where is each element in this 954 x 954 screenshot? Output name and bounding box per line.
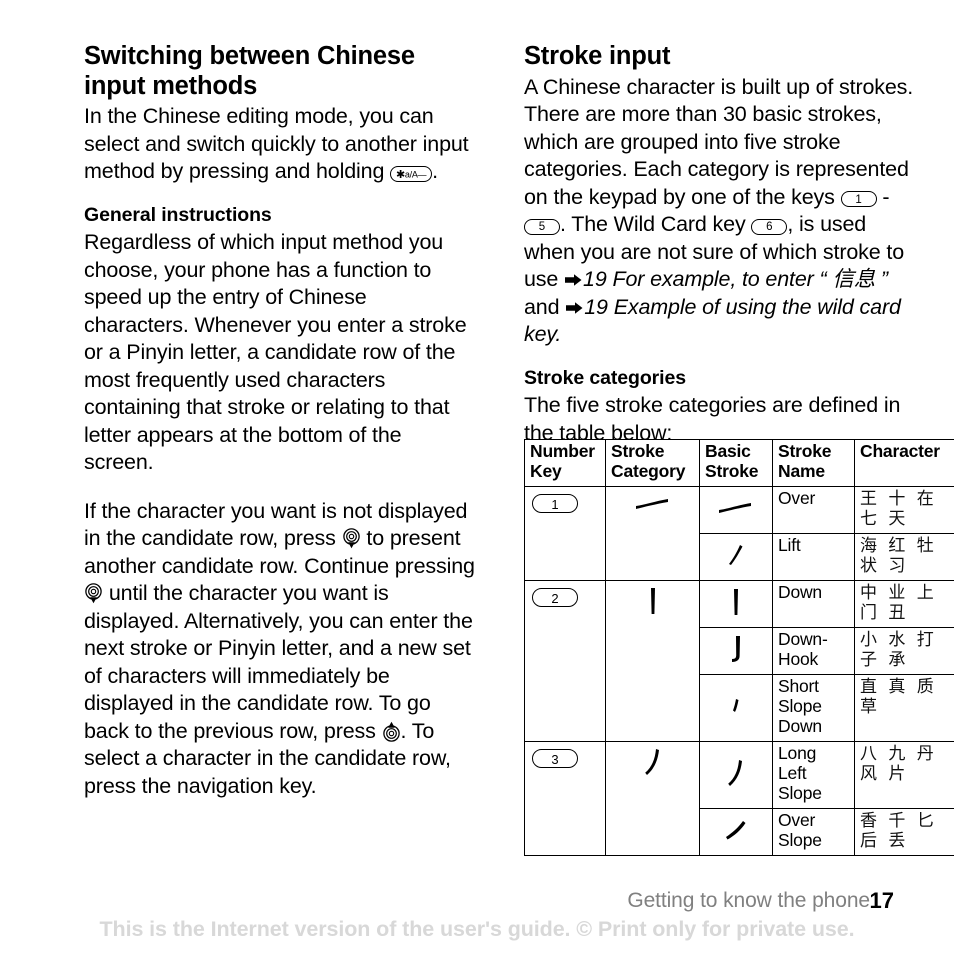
table-body: 1 Over 王 十 在 七 天 Lift 海 红 牡 状 习 2 Down 中 业 上 门 … [524, 485, 954, 856]
heading-switching-between-chinese-input-methods: Switching between Chinese input methods [84, 42, 415, 100]
cell-characters: 中 业 上 门 丑 [854, 580, 954, 629]
table-head: Number Key Stroke Category Basic Stroke … [524, 439, 954, 487]
star-key-label: a/A [404, 169, 418, 180]
key-3-icon: 3 [532, 749, 578, 769]
heading-stroke-input: Stroke input [524, 42, 671, 70]
cross-reference-cjk-sample: 信息 [832, 267, 876, 293]
cell-basic-stroke [699, 807, 773, 856]
paragraph-stroke-input-intro: A Chinese character is built up of strok… [524, 74, 914, 349]
cell-stroke-name: Down-Hook [772, 627, 855, 676]
key-2-icon: 2 [532, 588, 578, 608]
cross-reference-arrow-icon [565, 301, 584, 315]
cell-characters: 王 十 在 七 天 [854, 485, 954, 534]
footer-watermark: This is the Internet version of the user… [99, 917, 855, 941]
stroke-glyph-left-slope [726, 759, 746, 789]
paragraph-text-segment: - [876, 184, 890, 209]
cell-characters: 香 千 匕 后 丢 [854, 807, 954, 856]
cell-characters: 八 九 丹 风 片 [854, 741, 954, 809]
cell-basic-stroke [699, 532, 773, 582]
paragraph-text-segment: . [555, 322, 562, 347]
asterisk-glyph: ✱ [396, 168, 405, 181]
stroke-glyph-down-hook [728, 635, 744, 665]
cell-basic-stroke [699, 627, 773, 676]
table-row: 3 Long Left Slope 八 九 丹 风 片 [524, 741, 954, 856]
character-list: 八 九 丹 风 片 [860, 744, 937, 785]
column-header-stroke-name: Stroke Name [772, 439, 855, 487]
left-column: Switching between Chinese input methods … [84, 42, 476, 800]
cell-stroke-name: Down [772, 580, 855, 629]
cell-stroke-category [605, 741, 700, 856]
cell-number-key: 3 [524, 741, 606, 856]
cross-reference-text-1-tail: ” [875, 267, 888, 292]
column-header-number-key: Number Key [524, 439, 606, 487]
table-row: 2 Down 中 业 上 门 丑 [524, 580, 954, 743]
stroke-glyph-down [646, 587, 660, 617]
character-list: 香 千 匕 后 丢 [860, 810, 937, 851]
star-key-suffix-glyph: — [417, 169, 427, 180]
key-5-icon: 5 [524, 218, 560, 235]
stroke-glyph-left-slope [643, 748, 663, 778]
stroke-glyph-over [634, 493, 672, 515]
character-list: 小 水 打 子 承 [860, 630, 937, 671]
cell-stroke-category [605, 580, 700, 743]
cell-basic-stroke [699, 674, 773, 743]
stroke-glyph-down [729, 588, 743, 618]
character-list: 王 十 在 七 天 [860, 488, 937, 529]
paragraph-candidate-row: If the character you want is not display… [84, 498, 476, 801]
cell-stroke-category [605, 485, 700, 582]
heading-general-instructions: General instructions [84, 203, 272, 226]
paragraph-text-segment: and [524, 294, 566, 319]
stroke-glyph-lift [726, 543, 746, 569]
navigation-key-up-icon [382, 721, 401, 742]
character-list: 中 业 上 门 丑 [860, 583, 937, 624]
character-list: 直 真 质 草 [860, 677, 937, 718]
cell-stroke-name: Short Slope Down [772, 674, 855, 743]
cell-stroke-name: Over [772, 485, 855, 534]
cell-basic-stroke [699, 580, 773, 629]
stroke-categories-table: Number Key Stroke Category Basic Stroke … [524, 439, 954, 856]
key-1-icon: 1 [840, 191, 877, 208]
footer-running-title: Getting to know the phone [627, 889, 870, 912]
paragraph-switching-methods: In the Chinese editing mode, you can sel… [84, 103, 476, 186]
right-column: Stroke input A Chinese character is buil… [524, 42, 914, 447]
column-header-basic-stroke: Basic Stroke [699, 439, 773, 487]
cell-characters: 小 水 打 子 承 [854, 627, 954, 676]
cell-basic-stroke [699, 741, 773, 809]
cell-stroke-name: Over Slope [772, 807, 855, 856]
cross-reference-text-1: 19 For example, to enter “ [583, 267, 833, 292]
cell-basic-stroke [699, 485, 773, 534]
stroke-glyph-over-slope [724, 818, 749, 842]
paragraph-text-segment: . The Wild Card key [560, 212, 752, 237]
cell-number-key: 2 [524, 580, 606, 743]
cell-number-key: 1 [524, 485, 606, 582]
stroke-glyph-short-slope [729, 697, 743, 717]
page-number: 17 [869, 888, 894, 913]
column-header-character: Character [854, 439, 954, 487]
cell-stroke-name: Long Left Slope [772, 741, 855, 809]
cell-characters: 海 红 牡 状 习 [854, 532, 954, 582]
document-page: Switching between Chinese input methods … [0, 0, 954, 954]
table-header-row: Number Key Stroke Category Basic Stroke … [524, 439, 954, 487]
key-1-icon: 1 [532, 493, 578, 513]
stroke-glyph-over [717, 497, 755, 519]
character-list: 海 红 牡 状 习 [860, 535, 937, 577]
key-6-icon: 6 [751, 218, 788, 235]
navigation-key-down-icon [84, 583, 103, 604]
table-row: 1 Over 王 十 在 七 天 [524, 485, 954, 582]
navigation-key-down-icon [342, 528, 361, 549]
cell-stroke-name: Lift [772, 532, 855, 582]
paragraph-general-instructions: Regardless of which input method you cho… [84, 230, 467, 475]
cell-characters: 直 真 质 草 [854, 674, 954, 743]
paragraph-text-segment: A Chinese character is built up of strok… [524, 74, 914, 209]
star-key-icon: ✱a/A— [390, 165, 433, 182]
cross-reference-arrow-icon [564, 273, 583, 287]
paragraph-text-segment: . [432, 159, 438, 184]
column-header-stroke-category: Stroke Category [605, 439, 700, 487]
heading-stroke-categories: Stroke categories [524, 366, 686, 389]
